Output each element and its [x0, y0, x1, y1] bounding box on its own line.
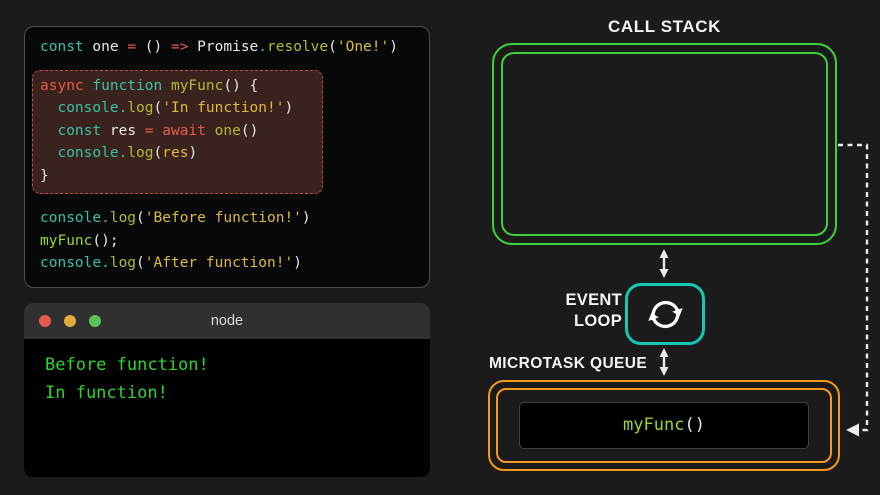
- code-token: const: [57, 122, 102, 139]
- code-token: ): [389, 39, 398, 55]
- code-line: console.log(res): [40, 142, 322, 165]
- code-line: console.log('Before function!'): [40, 207, 429, 230]
- code-token: log: [109, 210, 137, 226]
- code-token: log: [127, 145, 154, 161]
- code-token: log: [109, 255, 137, 271]
- code-token: =: [127, 39, 137, 55]
- code-token: (: [153, 145, 163, 161]
- stack-to-queue-dashed-line: [838, 143, 869, 432]
- event-loop-label-line1: EVENT: [565, 291, 622, 309]
- event-loop-diagram: const one = () => Promise.resolve('One!'…: [0, 0, 880, 495]
- code-token: (: [136, 255, 145, 271]
- code-token: ): [188, 145, 198, 161]
- call-stack-box: [492, 43, 837, 245]
- code-token: console: [57, 145, 119, 161]
- terminal-line: Before function!: [45, 355, 209, 375]
- code-token: one: [214, 122, 241, 139]
- loop-queue-arrow-down: [659, 367, 669, 376]
- code-token: console: [57, 100, 119, 116]
- stack-loop-arrow-up: [659, 249, 669, 258]
- queue-item-myfunc: myFunc(): [519, 402, 809, 449]
- code-token: .: [118, 145, 128, 161]
- code-lines-top: const one = () => Promise.resolve('One!'…: [40, 36, 429, 59]
- code-token: (: [153, 100, 163, 116]
- code-token: .: [258, 39, 268, 55]
- code-token: =>: [170, 39, 189, 55]
- code-line: }: [40, 165, 322, 188]
- code-line: const res = await one(): [40, 120, 322, 143]
- code-line: myFunc();: [40, 230, 429, 253]
- code-token: res: [101, 122, 145, 139]
- refresh-loop-icon: [647, 300, 683, 328]
- terminal-titlebar: node: [24, 303, 430, 339]
- code-token: (): [240, 122, 259, 139]
- loop-queue-arrow-up: [659, 348, 669, 357]
- code-token: 'Before function!': [144, 210, 302, 226]
- stack-loop-arrow-down: [659, 269, 669, 278]
- microtask-queue-box: myFunc(): [488, 380, 840, 471]
- code-editor-panel: const one = () => Promise.resolve('One!'…: [24, 26, 430, 288]
- code-token: ): [284, 100, 294, 116]
- code-line: console.log('In function!'): [40, 97, 322, 120]
- terminal-line: In function!: [45, 383, 168, 403]
- code-token: myFunc: [40, 232, 93, 249]
- code-token: one: [83, 39, 128, 55]
- highlighted-async-function-block: async function myFunc() { console.log('I…: [32, 69, 323, 194]
- stack-to-queue-arrowhead: [846, 423, 859, 437]
- code-line: console.log('After function!'): [40, 252, 429, 275]
- code-token: 'After function!': [144, 255, 294, 271]
- code-line: const one = () => Promise.resolve('One!'…: [40, 36, 429, 59]
- terminal-output: Before function! In function!: [24, 339, 430, 407]
- code-token: .: [101, 210, 110, 226]
- code-token: console: [40, 210, 102, 226]
- call-stack-inner-box: [501, 52, 828, 236]
- code-token: 'In function!': [162, 100, 285, 116]
- code-token: .: [101, 255, 110, 271]
- code-token: resolve: [267, 39, 329, 55]
- code-token: res: [162, 145, 189, 161]
- terminal-title: node: [210, 313, 244, 329]
- code-token: .: [118, 100, 128, 116]
- code-token: log: [127, 100, 154, 116]
- code-token: const: [40, 39, 84, 55]
- code-token: =: [144, 122, 154, 139]
- code-token: (): [684, 415, 705, 436]
- event-loop-box: [625, 283, 705, 345]
- microtask-queue-inner-box: myFunc(): [496, 388, 832, 463]
- code-token: (: [328, 39, 337, 55]
- code-token: 'One!': [336, 39, 390, 55]
- terminal-window: node Before function! In function!: [24, 303, 430, 477]
- code-line: myFunc(): [623, 414, 705, 437]
- event-loop-label: EVENT LOOP: [540, 290, 622, 332]
- call-stack-label: CALL STACK: [607, 17, 722, 36]
- code-lines-bottom: console.log('Before function!') myFunc();…: [40, 207, 429, 275]
- code-token: () {: [223, 77, 259, 94]
- code-token: console: [40, 255, 102, 271]
- microtask-queue-label: MICROTASK QUEUE: [489, 355, 648, 372]
- code-token: ): [301, 210, 311, 226]
- code-token: function: [92, 77, 163, 94]
- code-token: await: [162, 122, 206, 139]
- event-loop-label-line2: LOOP: [574, 312, 622, 330]
- code-token: async: [40, 77, 84, 94]
- code-token: myFunc: [170, 77, 224, 94]
- code-token: (: [136, 210, 145, 226]
- code-token: }: [40, 167, 49, 184]
- code-token: Promise: [188, 39, 259, 55]
- code-line: async function myFunc() {: [40, 75, 322, 98]
- code-token: ): [293, 255, 302, 271]
- code-token: (): [136, 39, 171, 55]
- code-token: myFunc: [623, 415, 685, 436]
- code-token: ();: [92, 232, 119, 249]
